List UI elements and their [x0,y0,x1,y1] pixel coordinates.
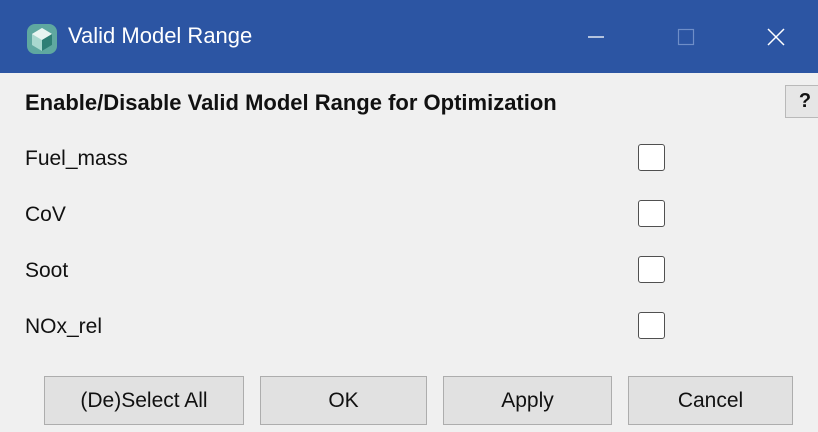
close-icon [767,27,785,46]
help-button[interactable]: ? [785,85,818,118]
item-label: CoV [25,203,66,226]
maximize-button[interactable] [638,0,734,73]
list-item: NOx_rel [0,302,818,352]
list-item: Soot [0,246,818,296]
cancel-button[interactable]: Cancel [628,376,793,425]
app-logo-icon [27,24,57,54]
apply-button[interactable]: Apply [443,376,612,425]
item-label: Soot [25,259,69,282]
item-checkbox[interactable] [638,312,665,339]
minimize-icon [588,35,604,38]
maximize-icon [677,28,695,45]
dialog-heading: Enable/Disable Valid Model Range for Opt… [25,90,557,115]
valid-model-range-dialog: Valid Model Range Enable/Disable Valid M… [0,0,818,432]
window-title: Valid Model Range [68,23,253,48]
list-item: CoV [0,190,818,240]
title-bar[interactable]: Valid Model Range [0,0,818,73]
minimize-button[interactable] [548,0,644,73]
select-all-button[interactable]: (De)Select All [44,376,244,425]
close-button[interactable] [728,0,818,73]
list-item: Fuel_mass [0,134,818,184]
item-checkbox[interactable] [638,144,665,171]
item-label: NOx_rel [25,315,103,338]
item-label: Fuel_mass [25,147,128,170]
item-checkbox[interactable] [638,256,665,283]
ok-button[interactable]: OK [260,376,427,425]
item-checkbox[interactable] [638,200,665,227]
